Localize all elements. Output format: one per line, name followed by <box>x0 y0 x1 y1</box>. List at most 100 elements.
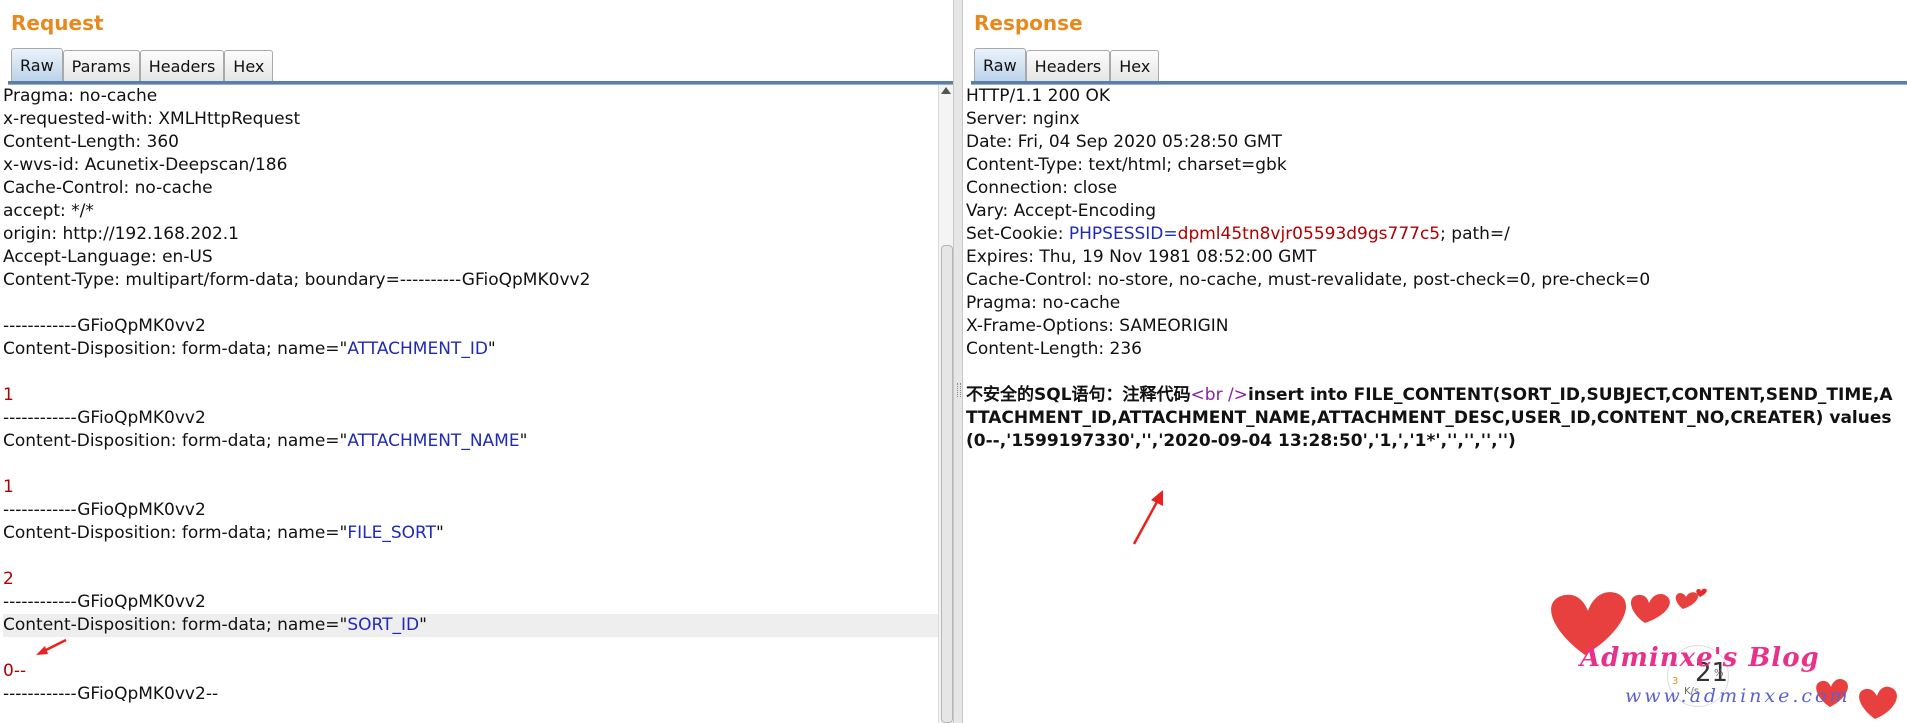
line-text: Content-Disposition: form-data; name=" <box>3 615 348 635</box>
line-text: origin: http://192.168.202.1 <box>3 224 239 244</box>
request-line: accept: */* <box>3 200 953 223</box>
response-header-line: Connection: close <box>966 178 1118 198</box>
quote: " <box>519 431 528 451</box>
request-line: ------------GFioQpMK0vv2 <box>3 591 953 614</box>
field-value: 1 <box>3 385 14 405</box>
line-text: x-requested-with: XMLHttpRequest <box>3 109 301 129</box>
quote: " <box>487 339 496 359</box>
response-header-line: Expires: Thu, 19 Nov 1981 08:52:00 GMT <box>966 247 1317 267</box>
request-scroll-thumb[interactable] <box>941 245 953 723</box>
request-tab-raw[interactable]: Raw <box>11 48 63 81</box>
request-line: ------------GFioQpMK0vv2 <box>3 407 953 430</box>
line-text: Pragma: no-cache <box>3 86 158 106</box>
request-tab-hex[interactable]: Hex <box>224 50 274 81</box>
request-line: ------------GFioQpMK0vv2 <box>3 499 953 522</box>
splitter-grip-icon[interactable] <box>957 383 961 397</box>
line-text: ------------GFioQpMK0vv2 <box>3 316 206 336</box>
response-tabs: Raw Headers Hex <box>974 48 1160 81</box>
quote: " <box>419 615 427 635</box>
request-line: Accept-Language: en-US <box>3 246 953 269</box>
request-line: Content-Length: 360 <box>3 131 953 154</box>
line-text: Content-Type: multipart/form-data; bound… <box>3 270 591 290</box>
request-line: origin: http://192.168.202.1 <box>3 223 953 246</box>
response-header-line: Content-Type: text/html; charset=gbk <box>966 155 1287 175</box>
watermark-url: www.adminxe.com <box>1625 685 1851 707</box>
body-br-tag: <br /> <box>1190 385 1248 405</box>
response-header-line: HTTP/1.1 200 OK <box>966 86 1111 106</box>
line-text: ------------GFioQpMK0vv2 <box>3 592 206 612</box>
cookie-name: PHPSESSID <box>1068 224 1164 244</box>
response-tab-hex[interactable]: Hex <box>1110 50 1160 81</box>
response-header-line: Vary: Accept-Encoding <box>966 201 1157 221</box>
line-text: Content-Length: 360 <box>3 132 179 152</box>
response-header-line: Content-Length: 236 <box>966 339 1142 359</box>
request-line <box>3 545 953 568</box>
cookie-value: dpml45tn8vjr05593d9gs777c5 <box>1177 224 1441 244</box>
field-name: FILE_SORT <box>347 523 436 543</box>
quote: " <box>436 523 444 543</box>
pane-splitter[interactable] <box>953 0 963 723</box>
response-header-line: Pragma: no-cache <box>966 293 1121 313</box>
field-value: 2 <box>3 569 14 589</box>
request-line: 0-- <box>3 660 953 683</box>
response-title: Response <box>974 11 1083 35</box>
field-name: ATTACHMENT_NAME <box>347 431 520 451</box>
request-tab-headers[interactable]: Headers <box>139 50 225 81</box>
request-line: Content-Type: multipart/form-data; bound… <box>3 269 953 292</box>
line-text: Content-Disposition: form-data; name=" <box>3 431 348 451</box>
line-text: Content-Disposition: form-data; name=" <box>3 523 348 543</box>
request-line: ------------GFioQpMK0vv2 <box>3 315 953 338</box>
watermark-title: Adminxe's Blog <box>1580 643 1820 673</box>
request-line: 1 <box>3 476 953 499</box>
request-line: Content-Disposition: form-data; name="AT… <box>3 430 953 453</box>
blog-watermark: 21 3 K/s % Adminxe's Blog www.adminxe.co… <box>1530 585 1907 723</box>
response-body: 不安全的SQL语句：注释代码<br />insert into FILE_CON… <box>966 384 1896 453</box>
request-line <box>3 292 953 315</box>
set-cookie-line: Set-Cookie: PHPSESSID=dpml45tn8vjr05593d… <box>966 223 1897 246</box>
response-tab-raw[interactable]: Raw <box>974 48 1026 81</box>
cookie-prefix: Set-Cookie: <box>966 224 1069 244</box>
request-line: x-wvs-id: Acunetix-Deepscan/186 <box>3 154 953 177</box>
cookie-equals: = <box>1163 224 1178 244</box>
arrow-annotation-response <box>1132 490 1163 545</box>
request-tab-params[interactable]: Params <box>62 50 140 81</box>
response-header-line: Server: nginx <box>966 109 1080 129</box>
request-title: Request <box>11 11 104 35</box>
response-header-line: X-Frame-Options: SAMEORIGIN <box>966 316 1229 336</box>
line-text: ------------GFioQpMK0vv2 <box>3 500 206 520</box>
request-tabs: Raw Params Headers Hex <box>11 48 274 81</box>
field-value: 0-- <box>3 661 27 681</box>
request-line: x-requested-with: XMLHttpRequest <box>3 108 953 131</box>
response-header-line: Cache-Control: no-store, no-cache, must-… <box>966 270 1651 290</box>
request-line: 1 <box>3 384 953 407</box>
line-text: Cache-Control: no-cache <box>3 178 213 198</box>
request-line <box>3 361 953 384</box>
request-editor[interactable]: Pragma: no-cache x-requested-with: XMLHtt… <box>3 85 953 723</box>
request-line <box>3 637 953 660</box>
body-prefix: 不安全的SQL语句：注释代码 <box>966 385 1191 405</box>
request-line: Content-Disposition: form-data; name="FI… <box>3 522 953 545</box>
line-text: x-wvs-id: Acunetix-Deepscan/186 <box>3 155 288 175</box>
request-line: ------------GFioQpMK0vv2-- <box>3 683 953 706</box>
field-name: ATTACHMENT_ID <box>347 339 488 359</box>
field-value: 1 <box>3 477 14 497</box>
request-line: Cache-Control: no-cache <box>3 177 953 200</box>
request-line <box>3 453 953 476</box>
line-text: Content-Disposition: form-data; name=" <box>3 339 348 359</box>
response-tab-headers[interactable]: Headers <box>1025 50 1111 81</box>
arrow-annotation-request <box>36 638 67 655</box>
response-header-line: Date: Fri, 04 Sep 2020 05:28:50 GMT <box>966 132 1282 152</box>
request-scrollbar[interactable] <box>938 85 953 723</box>
line-text: Accept-Language: en-US <box>3 247 213 267</box>
request-line: 2 <box>3 568 953 591</box>
line-text: accept: */* <box>3 201 94 221</box>
field-name: SORT_ID <box>347 615 420 635</box>
cookie-suffix: ; path=/ <box>1440 224 1510 244</box>
request-pane: Request Raw Params Headers Hex Pragma: n… <box>0 0 953 723</box>
request-line: Content-Disposition: form-data; name="SO… <box>3 614 953 637</box>
request-line: Pragma: no-cache <box>3 85 953 108</box>
line-text: ------------GFioQpMK0vv2 <box>3 408 206 428</box>
scroll-up-arrow-icon[interactable] <box>941 87 951 94</box>
line-text: ------------GFioQpMK0vv2-- <box>3 684 219 704</box>
